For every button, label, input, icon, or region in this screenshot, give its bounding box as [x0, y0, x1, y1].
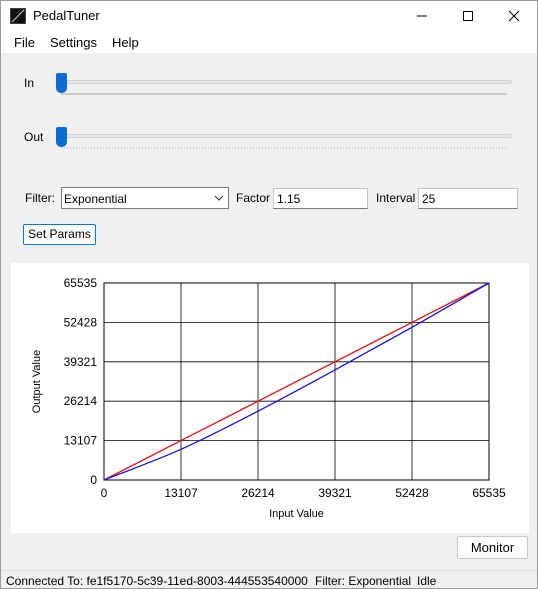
- set-params-button[interactable]: Set Params: [23, 224, 96, 245]
- y-tick-label-1: 13107: [64, 434, 98, 448]
- out-slider[interactable]: [61, 134, 512, 138]
- status-connection: Connected To: fe1f5170-5c39-11ed-8003-44…: [6, 574, 308, 588]
- x-tick-label-0: 0: [101, 486, 108, 500]
- chevron-down-icon: [214, 195, 224, 201]
- y-tick-label-3: 39321: [64, 355, 98, 369]
- minimize-button[interactable]: [399, 1, 445, 31]
- in-slider-label: In: [24, 76, 35, 90]
- y-axis-label: Output Value: [31, 350, 43, 413]
- menu-settings[interactable]: Settings: [50, 35, 97, 50]
- factor-input[interactable]: [273, 188, 368, 209]
- x-tick-label-3: 39321: [318, 486, 352, 500]
- app-logo-icon: [10, 8, 26, 24]
- y-tick-label-5: 65535: [64, 276, 98, 290]
- y-tick-label-2: 26214: [64, 394, 98, 408]
- response-chart: 0 13107 26214 39321 52428 65535 0 13107 26214 393…: [31, 276, 506, 520]
- status-filter: Filter: Exponential: [315, 574, 412, 588]
- in-slider-thumb[interactable]: [56, 73, 67, 93]
- x-tick-label-2: 26214: [241, 486, 275, 500]
- x-tick-label-1: 13107: [164, 486, 198, 500]
- out-slider-ticks: [61, 147, 507, 149]
- filter-select[interactable]: Exponential: [61, 187, 229, 209]
- out-slider-thumb[interactable]: [56, 127, 67, 147]
- close-icon: [508, 10, 520, 22]
- x-tick-label-4: 52428: [395, 486, 429, 500]
- minimize-icon: [417, 15, 427, 17]
- x-tick-label-5: 65535: [472, 486, 506, 500]
- menu-bar: File Settings Help: [1, 31, 537, 53]
- factor-label: Factor: [236, 191, 271, 205]
- status-bar: Connected To: fe1f5170-5c39-11ed-8003-44…: [1, 570, 537, 588]
- window-title: PedalTuner: [33, 8, 100, 23]
- close-button[interactable]: [491, 1, 537, 31]
- in-slider[interactable]: [61, 80, 512, 84]
- menu-file[interactable]: File: [14, 35, 35, 50]
- x-axis-label: Input Value: [269, 508, 324, 520]
- in-slider-scale: [61, 93, 507, 95]
- chart-panel: 0 13107 26214 39321 52428 65535 0 13107 26214 393…: [11, 263, 529, 533]
- menu-help[interactable]: Help: [112, 35, 139, 50]
- interval-input[interactable]: [418, 188, 518, 209]
- maximize-button[interactable]: [445, 1, 491, 31]
- y-tick-label-4: 52428: [64, 315, 98, 329]
- status-state: Idle: [417, 574, 437, 588]
- out-slider-label: Out: [24, 130, 44, 144]
- title-bar[interactable]: PedalTuner: [1, 1, 537, 31]
- app-window: PedalTuner File Settings Help In Out Fil…: [0, 0, 538, 589]
- maximize-icon: [463, 11, 473, 21]
- filter-label: Filter:: [25, 191, 55, 205]
- filter-select-value: Exponential: [64, 192, 127, 206]
- monitor-button[interactable]: Monitor: [457, 536, 528, 559]
- interval-label: Interval: [376, 191, 416, 205]
- series-line-0: [103, 282, 490, 481]
- y-tick-label-0: 0: [90, 473, 97, 487]
